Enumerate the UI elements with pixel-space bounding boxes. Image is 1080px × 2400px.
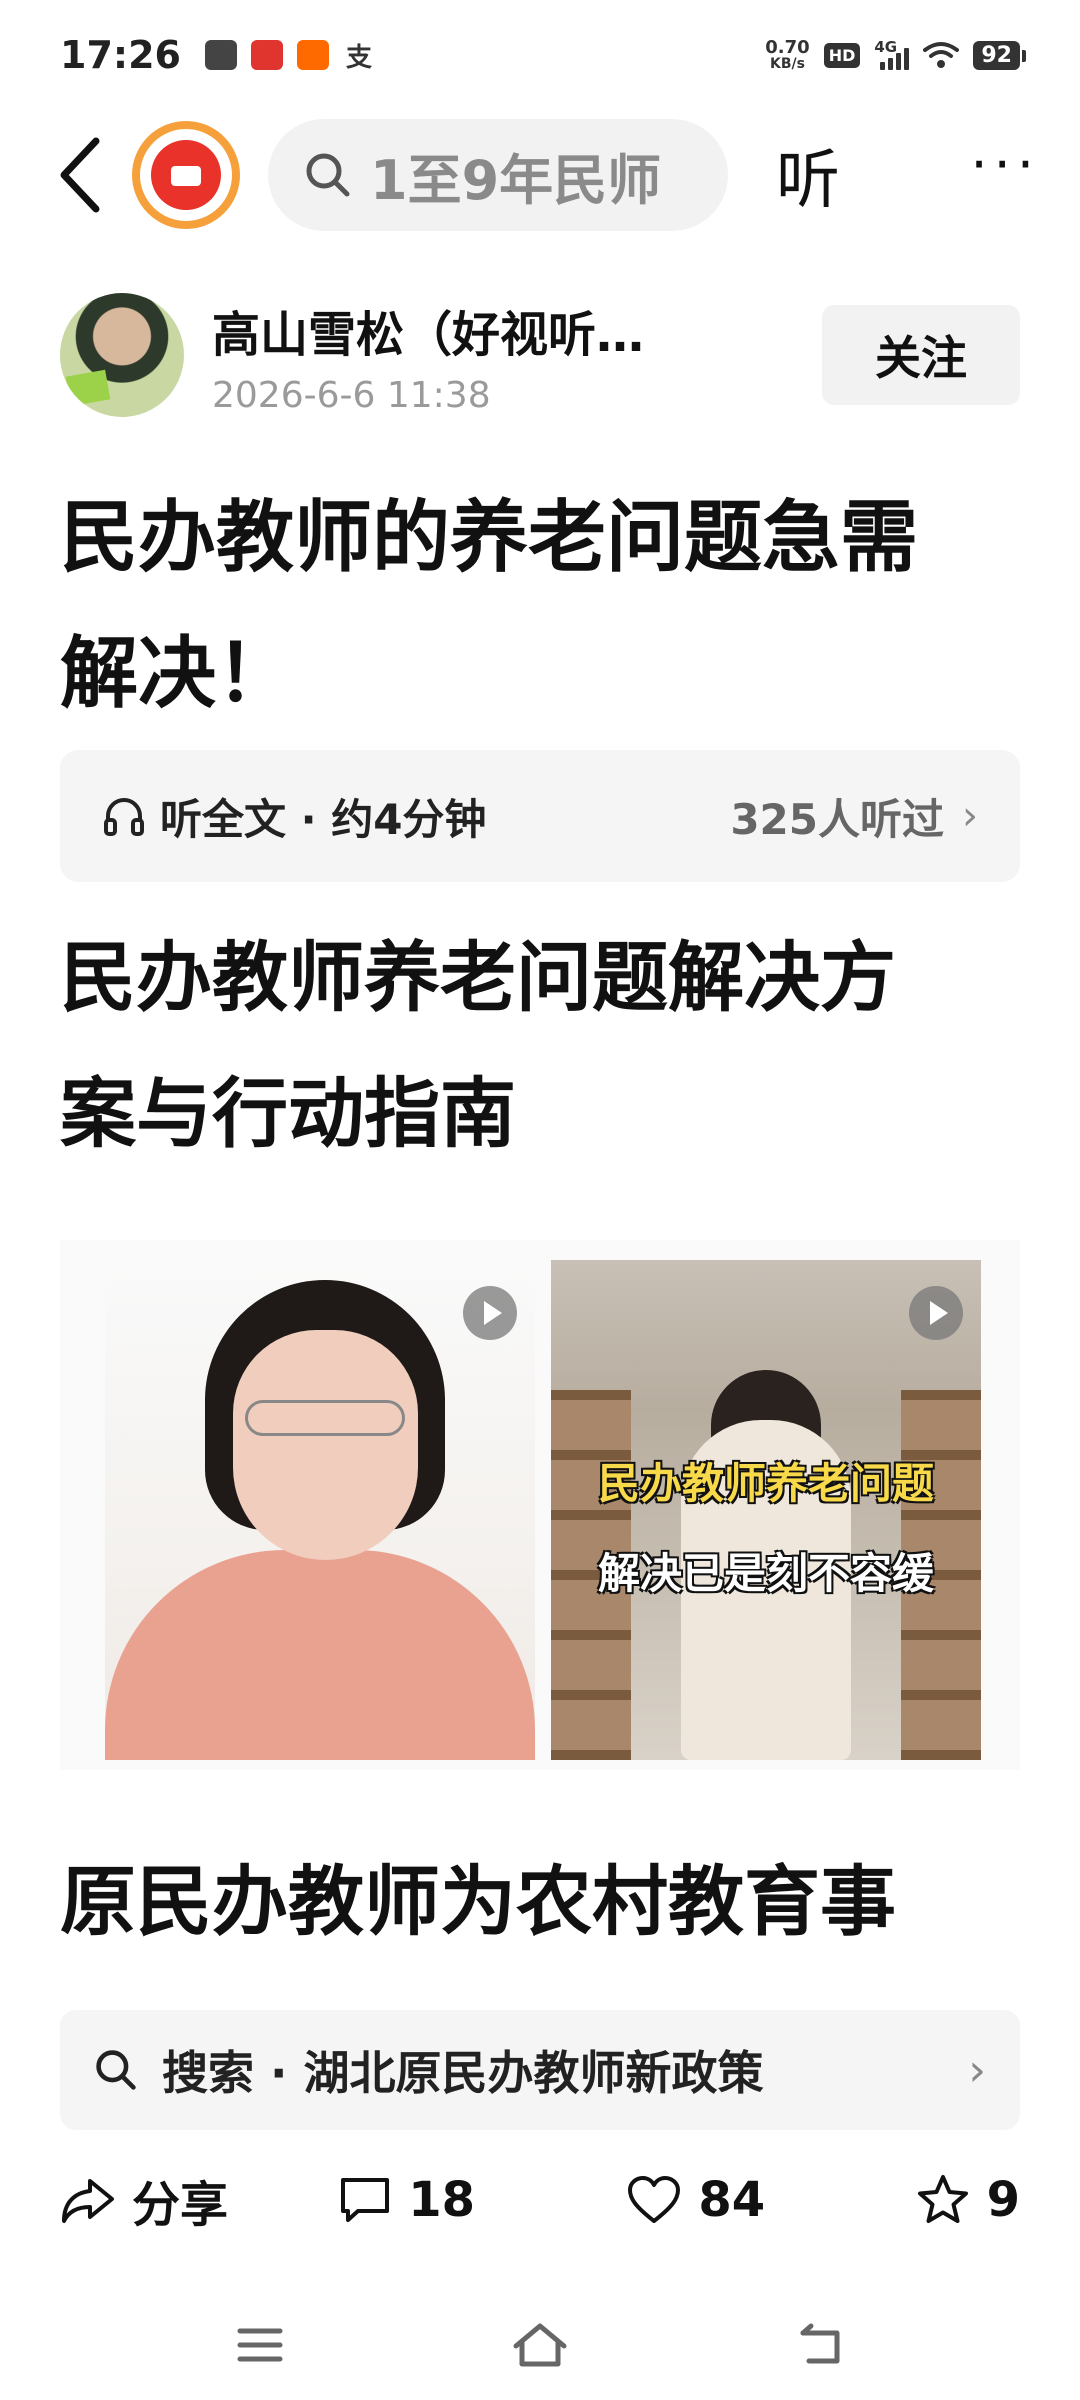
more-options-button[interactable]: ···	[971, 138, 1041, 212]
like-count: 84	[698, 2172, 766, 2228]
home-icon	[513, 2323, 567, 2367]
signal-label: 4G	[874, 38, 898, 56]
heart-icon	[628, 2176, 681, 2223]
play-icon	[463, 1286, 517, 1340]
comment-count: 18	[408, 2172, 476, 2228]
video-caption-line-1: 民办教师养老问题	[597, 1459, 934, 1508]
share-icon	[62, 2179, 114, 2223]
listen-count: 325人听过	[730, 794, 944, 844]
publish-time: 2026-6-6 11:38	[212, 374, 491, 416]
play-icon	[909, 1286, 963, 1340]
taobao-app-icon	[296, 40, 329, 70]
author-name[interactable]: 高山雪松（好视听…	[212, 295, 644, 365]
related-search-text: 搜索 · 湖北原民办教师新政策	[162, 2046, 764, 2100]
chevron-right-icon: ›	[962, 793, 978, 839]
article-title-line-1: 民办教师的养老问题急需	[60, 493, 919, 583]
article-subheading: 民办教师养老问题解决方 案与行动指南	[60, 910, 1020, 1182]
search-icon	[96, 2050, 136, 2090]
system-navigation-bar	[0, 2290, 1080, 2400]
video-gallery: 民办教师养老问题 解决已是刻不容缓	[60, 1240, 1020, 1770]
article-subheading-line-1: 民办教师养老问题解决方	[60, 933, 896, 1022]
back-button[interactable]	[40, 135, 120, 215]
status-app-icons: 支	[204, 40, 375, 73]
search-query-text: 1至9年民师	[370, 148, 662, 212]
system-back-button[interactable]	[790, 2315, 850, 2375]
article-title-line-2: 解决！	[60, 629, 295, 719]
video-thumbnail-2[interactable]: 民办教师养老问题 解决已是刻不容缓	[551, 1260, 981, 1760]
favorite-button[interactable]: 9	[915, 2172, 1020, 2228]
video-caption-line-2: 解决已是刻不容缓	[597, 1549, 934, 1598]
status-bar: 17:26 支 0.70 KB/s HD 4G 92	[0, 0, 1080, 110]
listen-button[interactable]: 听	[776, 129, 840, 221]
home-button[interactable]	[510, 2315, 570, 2375]
author-avatar[interactable]	[60, 293, 184, 417]
follow-button[interactable]: 关注	[822, 305, 1020, 405]
recent-apps-button[interactable]	[230, 2315, 290, 2375]
signal-icon: 4G	[874, 38, 910, 70]
section-heading: 原民办教师为农村教育事	[60, 1857, 896, 1946]
listen-full-text-bar[interactable]: 听全文 · 约4分钟 325人听过 ›	[60, 750, 1020, 882]
author-row: 高山雪松（好视听… 2026-6-6 11:38 关注	[60, 290, 1020, 420]
action-bar: 分享 18 84 9	[60, 2150, 1020, 2250]
chevron-right-icon: ›	[968, 2044, 986, 2096]
article-title: 民办教师的养老问题急需 解决！	[60, 470, 1020, 742]
author-meta: 高山雪松（好视听… 2026-6-6 11:38	[212, 295, 644, 416]
return-icon	[800, 2323, 840, 2364]
status-time: 17:26	[60, 33, 181, 77]
comment-icon	[341, 2178, 390, 2222]
menu-icon	[237, 2328, 283, 2362]
related-search-bar[interactable]: 搜索 · 湖北原民办教师新政策 ›	[60, 2010, 1020, 2130]
share-label: 分享	[132, 2177, 229, 2233]
hd-badge: HD	[823, 42, 861, 68]
chevron-left-icon	[60, 137, 100, 213]
headphones-icon	[104, 798, 144, 836]
toutiao-app-icon	[204, 40, 237, 70]
search-bar[interactable]: 1至9年民师	[268, 119, 728, 231]
alipay-app-icon: 支	[345, 42, 372, 73]
comment-button[interactable]: 18	[338, 2172, 626, 2228]
wifi-icon	[923, 42, 960, 68]
share-button[interactable]: 分享	[60, 2165, 338, 2235]
red-packet-button[interactable]	[132, 121, 240, 229]
top-nav: 1至9年民师 听 ···	[0, 110, 1080, 240]
favorite-count: 9	[986, 2172, 1020, 2228]
battery-indicator: 92	[973, 40, 1026, 70]
net-speed: 0.70 KB/s	[765, 37, 810, 72]
article-subheading-line-2: 案与行动指南	[60, 1069, 516, 1158]
video-thumbnail-1[interactable]	[105, 1260, 535, 1760]
star-icon	[917, 2175, 968, 2223]
net-speed-value: 0.70	[765, 37, 810, 58]
like-button[interactable]: 84	[626, 2172, 914, 2228]
status-right: 0.70 KB/s HD 4G 92	[765, 37, 1026, 72]
listen-label: 听全文 · 约4分钟	[160, 794, 487, 844]
heart-app-icon	[250, 40, 283, 70]
red-packet-icon	[151, 140, 221, 210]
search-icon	[306, 153, 350, 197]
net-speed-unit: KB/s	[770, 56, 805, 72]
